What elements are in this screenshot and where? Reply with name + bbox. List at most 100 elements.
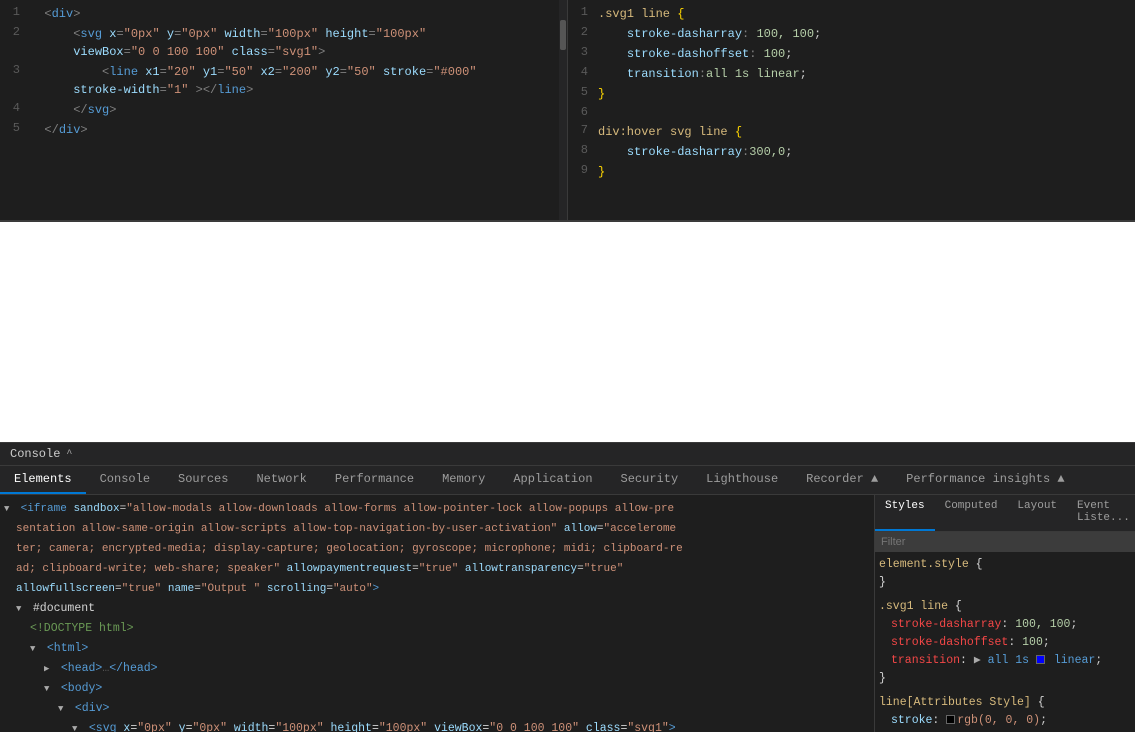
triangle-icon[interactable]: ▼ (4, 500, 14, 518)
tab-lighthouse[interactable]: Lighthouse (692, 466, 792, 494)
css-line-5: 5 } (568, 84, 1135, 104)
style-rule-selector: .svg1 line { (879, 598, 1131, 616)
style-prop-stroke-dashoffset: stroke-dashoffset: 100; (879, 634, 1131, 652)
style-rule-element: element.style { } (879, 556, 1131, 592)
line-content: .svg1 line { (598, 5, 1135, 23)
collapse-icon[interactable]: ^ (66, 449, 72, 460)
dom-line-body: ▼ <body> (0, 679, 874, 699)
dom-line-iframe-cont4: allowfullscreen="true" name="Output " sc… (0, 579, 874, 599)
scrollbar-thumb (560, 20, 566, 50)
css-editor-pane[interactable]: 1 .svg1 line { 2 stroke-dasharray: 100, … (568, 0, 1135, 220)
preview-area (0, 220, 1135, 450)
style-prop-stroke-dasharray: stroke-dasharray: 100, 100; (879, 616, 1131, 634)
tab-console[interactable]: Console (86, 466, 164, 494)
line-number: 1 (0, 5, 30, 19)
html-editor-pane[interactable]: 1 <div> 2 <svg x="0px" y="0px" width="10… (0, 0, 568, 220)
css-line-6: 6 (568, 104, 1135, 122)
styles-tab-computed[interactable]: Computed (935, 495, 1008, 531)
line-number: 5 (568, 85, 598, 99)
tab-performance[interactable]: Performance (321, 466, 428, 494)
css-line-1: 1 .svg1 line { (568, 4, 1135, 24)
dom-line-iframe-cont: sentation allow-same-origin allow-script… (0, 519, 874, 539)
line-content: } (598, 163, 1135, 181)
style-rule-close: } (879, 670, 1131, 688)
editor-area: 1 <div> 2 <svg x="0px" y="0px" width="10… (0, 0, 1135, 220)
dom-line-html: ▼ <html> (0, 639, 874, 659)
dom-line-iframe-cont3: ad; clipboard-write; web-share; speaker"… (0, 559, 874, 579)
css-line-2: 2 stroke-dasharray: 100, 100; (568, 24, 1135, 44)
css-line-4: 4 transition:all 1s linear; (568, 64, 1135, 84)
style-rule-svg1-line: .svg1 line { stroke-dasharray: 100, 100;… (879, 598, 1131, 688)
line-number: 1 (568, 5, 598, 19)
css-line-8: 8 stroke-dasharray:300,0; (568, 142, 1135, 162)
line-number: 4 (568, 65, 598, 79)
dom-panel[interactable]: ▼ <iframe sandbox="allow-modals allow-do… (0, 495, 875, 732)
line-number: 3 (568, 45, 598, 59)
tab-performance-insights[interactable]: Performance insights ▲ (892, 466, 1078, 494)
line-content: <line x1="20" y1="50" x2="200" y2="50" s… (30, 63, 567, 99)
line-content: div:hover svg line { (598, 123, 1135, 141)
devtools-panel: Console ^ Elements Console Sources Netwo… (0, 442, 1135, 732)
line-content: stroke-dasharray:300,0; (598, 143, 1135, 161)
triangle-icon[interactable]: ▼ (16, 600, 26, 618)
styles-tab-event-listeners[interactable]: Event Liste... (1067, 495, 1135, 531)
line-content: </svg> (30, 101, 567, 119)
tab-network[interactable]: Network (242, 466, 320, 494)
line-content: transition:all 1s linear; (598, 65, 1135, 83)
line-number: 8 (568, 143, 598, 157)
style-rule-line-attr: line[Attributes Style] { stroke: rgb(0, … (879, 694, 1131, 732)
styles-tab-layout[interactable]: Layout (1007, 495, 1067, 531)
color-swatch-black (946, 715, 955, 724)
style-rule-close: } (879, 574, 1131, 592)
code-line-5: 5 </div> (0, 120, 567, 140)
style-rule-selector: element.style { (879, 556, 1131, 574)
line-number: 7 (568, 123, 598, 137)
line-content: <svg x="0px" y="0px" width="100px" heigh… (30, 25, 567, 61)
line-content: stroke-dasharray: 100, 100; (598, 25, 1135, 43)
styles-tab-styles[interactable]: Styles (875, 495, 935, 531)
css-line-3: 3 stroke-dashoffset: 100; (568, 44, 1135, 64)
devtools-title: Console (10, 447, 60, 461)
triangle-icon[interactable]: ▼ (58, 700, 68, 718)
editor-scrollbar[interactable] (559, 0, 567, 220)
style-rule-selector: line[Attributes Style] { (879, 694, 1131, 712)
devtools-content: ▼ <iframe sandbox="allow-modals allow-do… (0, 495, 1135, 732)
triangle-icon[interactable]: ▶ (44, 660, 54, 678)
code-line-4: 4 </svg> (0, 100, 567, 120)
devtools-tabs: Elements Console Sources Network Perform… (0, 466, 1135, 495)
dom-line-div: ▼ <div> (0, 699, 874, 719)
dom-line-doctype: <!DOCTYPE html> (0, 619, 874, 639)
style-prop-stroke: stroke: rgb(0, 0, 0); (879, 712, 1131, 730)
triangle-icon[interactable]: ▼ (30, 640, 40, 658)
line-number: 9 (568, 163, 598, 177)
dom-line-iframe-cont2: ter; camera; encrypted-media; display-ca… (0, 539, 874, 559)
tab-application[interactable]: Application (499, 466, 606, 494)
line-content: </div> (30, 121, 567, 139)
devtools-titlebar: Console ^ (0, 443, 1135, 466)
styles-content: element.style { } .svg1 line { stroke-da… (875, 552, 1135, 732)
tab-sources[interactable]: Sources (164, 466, 242, 494)
styles-panel-tabs: Styles Computed Layout Event Liste... (875, 495, 1135, 532)
tab-memory[interactable]: Memory (428, 466, 499, 494)
tab-elements[interactable]: Elements (0, 466, 86, 494)
line-content: } (598, 85, 1135, 103)
line-content: <div> (30, 5, 567, 23)
line-number: 6 (568, 105, 598, 119)
line-number: 2 (568, 25, 598, 39)
css-line-7: 7 div:hover svg line { (568, 122, 1135, 142)
code-line-3: 3 <line x1="20" y1="50" x2="200" y2="50"… (0, 62, 567, 100)
styles-panel: Styles Computed Layout Event Liste... el… (875, 495, 1135, 732)
triangle-icon[interactable]: ▼ (72, 720, 82, 732)
styles-filter-input[interactable] (875, 532, 1135, 552)
triangle-icon[interactable]: ▼ (44, 680, 54, 698)
tab-recorder[interactable]: Recorder ▲ (792, 466, 892, 494)
dom-line-document: ▼ #document (0, 599, 874, 619)
dom-line-head: ▶ <head>…</head> (0, 659, 874, 679)
dom-line-iframe: ▼ <iframe sandbox="allow-modals allow-do… (0, 499, 874, 519)
color-swatch-blue (1036, 655, 1045, 664)
line-number: 3 (0, 63, 30, 77)
line-number: 2 (0, 25, 30, 39)
code-line-1: 1 <div> (0, 4, 567, 24)
tab-security[interactable]: Security (607, 466, 693, 494)
line-number: 5 (0, 121, 30, 135)
